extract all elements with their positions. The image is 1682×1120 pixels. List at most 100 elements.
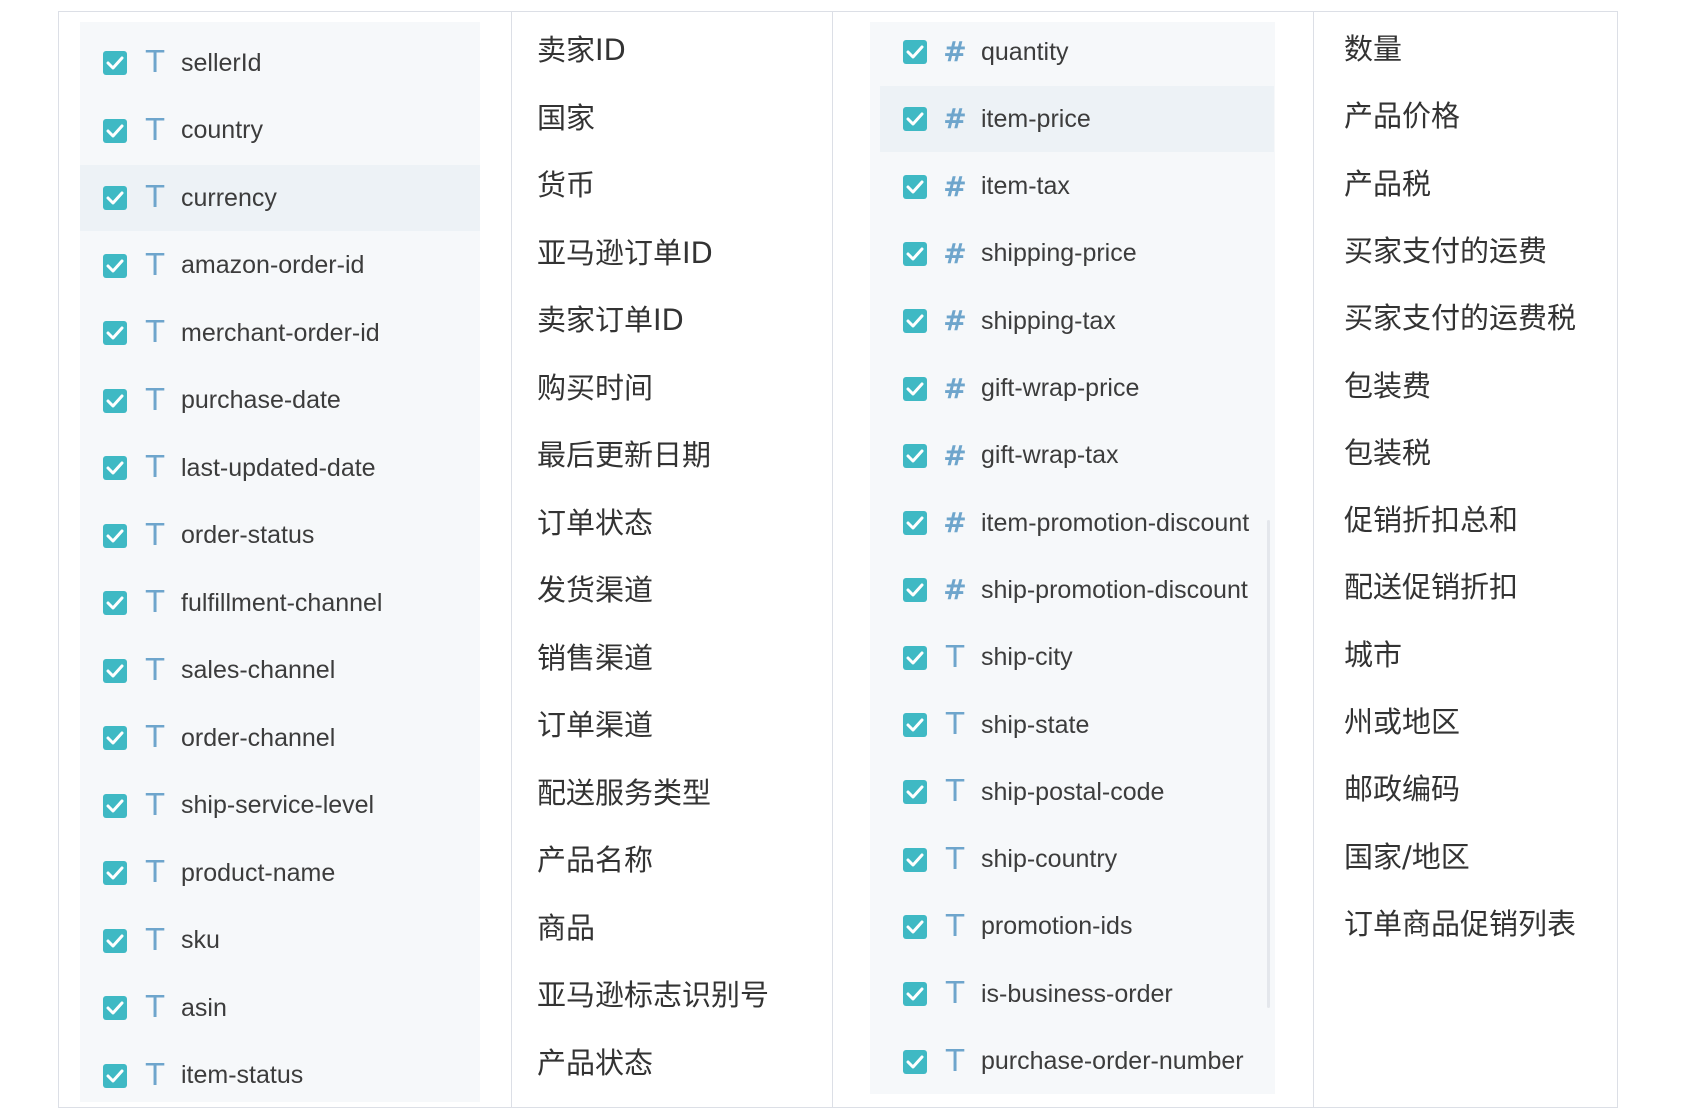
text-type-icon: T <box>145 855 165 890</box>
number-type-icon: # <box>943 169 967 203</box>
field-description: 配送服务类型 <box>537 775 712 810</box>
field-checkbox[interactable] <box>103 793 127 818</box>
field-row[interactable]: Tcurrency <box>80 165 480 231</box>
field-checkbox[interactable] <box>903 443 927 468</box>
field-checkbox[interactable] <box>903 713 927 737</box>
field-row[interactable]: Titem-status <box>80 1043 480 1109</box>
field-checkbox[interactable] <box>903 107 927 132</box>
check-icon <box>906 718 924 732</box>
text-type-icon: T <box>945 976 965 1012</box>
field-row[interactable]: Tcountry <box>80 98 480 164</box>
field-row[interactable]: Tpurchase-order-number <box>880 1029 1274 1095</box>
text-type-icon: T <box>145 450 165 485</box>
check-icon <box>106 191 124 205</box>
field-row[interactable]: # item-tax <box>880 154 1274 220</box>
column-divider <box>1313 11 1314 1108</box>
field-row[interactable]: # gift-wrap-tax <box>880 423 1274 489</box>
field-checkbox[interactable] <box>103 928 127 953</box>
field-checkbox[interactable] <box>103 388 127 413</box>
text-type-icon: T <box>145 720 165 755</box>
field-checkbox[interactable] <box>103 321 127 345</box>
field-checkbox[interactable] <box>103 996 127 1020</box>
field-description: 邮政编码 <box>1344 772 1461 807</box>
field-checkbox[interactable] <box>903 982 927 1007</box>
field-name: country <box>181 116 263 144</box>
field-checkbox[interactable] <box>903 40 927 64</box>
check-icon <box>106 461 124 475</box>
field-row[interactable]: Tship-state <box>880 692 1274 758</box>
field-checkbox[interactable] <box>903 1049 927 1074</box>
check-icon <box>106 866 124 880</box>
field-row[interactable]: Tship-postal-code <box>880 759 1274 825</box>
field-description: 产品状态 <box>537 1045 654 1080</box>
field-checkbox[interactable] <box>103 186 127 210</box>
field-description: 产品价格 <box>1344 99 1461 134</box>
number-type-icon: # <box>943 236 967 270</box>
field-checkbox[interactable] <box>103 253 127 278</box>
field-row[interactable]: Tasin <box>80 975 480 1041</box>
field-checkbox[interactable] <box>903 578 927 603</box>
field-description: 订单商品促销列表 <box>1344 906 1577 941</box>
field-row[interactable]: Tmerchant-order-id <box>80 300 480 366</box>
field-row[interactable]: Tsales-channel <box>80 638 480 704</box>
field-checkbox[interactable] <box>103 591 127 615</box>
field-name: sku <box>181 926 220 954</box>
field-row[interactable]: Torder-status <box>80 503 480 569</box>
field-row[interactable]: Tproduct-name <box>80 840 480 906</box>
field-description: 最后更新日期 <box>537 438 712 472</box>
field-row[interactable]: TsellerId <box>80 30 480 96</box>
field-description: 包装费 <box>1344 368 1432 403</box>
field-name: currency <box>181 183 277 212</box>
field-description: 卖家订单ID <box>537 303 684 337</box>
text-type-icon: T <box>145 180 165 215</box>
check-icon <box>906 785 924 799</box>
field-row[interactable]: Tis-business-order <box>880 961 1274 1027</box>
field-checkbox[interactable] <box>103 523 127 548</box>
field-row[interactable]: # ship-promotion-discount <box>880 557 1274 623</box>
field-row[interactable]: Tfulfillment-channel <box>80 570 480 636</box>
text-type-icon: T <box>145 315 165 350</box>
check-icon <box>106 799 124 812</box>
field-description: 国家/地区 <box>1344 839 1470 874</box>
field-row[interactable]: Tpromotion-ids <box>880 894 1274 960</box>
field-row[interactable]: # item-price <box>880 86 1274 153</box>
field-name: item-status <box>181 1061 304 1089</box>
field-row[interactable]: Tsku <box>80 908 480 974</box>
field-checkbox[interactable] <box>103 1063 127 1088</box>
field-checkbox[interactable] <box>103 456 127 480</box>
field-name: item-price <box>981 104 1091 133</box>
field-checkbox[interactable] <box>103 726 127 750</box>
field-name: item-promotion-discount <box>981 508 1250 537</box>
field-checkbox[interactable] <box>103 658 127 683</box>
field-row[interactable]: Tpurchase-date <box>80 368 480 434</box>
field-checkbox[interactable] <box>903 780 927 805</box>
field-row[interactable]: # quantity <box>880 19 1274 85</box>
field-row[interactable]: Tlast-updated-date <box>80 435 480 501</box>
field-checkbox[interactable] <box>903 645 927 670</box>
field-checkbox[interactable] <box>903 309 927 334</box>
field-row[interactable]: Tamazon-order-id <box>80 233 480 299</box>
field-checkbox[interactable] <box>903 241 927 266</box>
field-checkbox[interactable] <box>903 376 927 401</box>
field-row[interactable]: Torder-channel <box>80 705 480 771</box>
field-row[interactable]: Tship-city <box>880 625 1274 691</box>
field-checkbox[interactable] <box>103 118 127 143</box>
field-name: amazon-order-id <box>181 251 365 279</box>
field-checkbox[interactable] <box>903 914 927 939</box>
field-row[interactable]: # gift-wrap-price <box>880 356 1274 422</box>
field-name: shipping-price <box>981 239 1137 268</box>
field-row[interactable]: # shipping-tax <box>880 288 1274 354</box>
field-checkbox[interactable] <box>103 51 127 75</box>
field-row[interactable]: # shipping-price <box>880 221 1274 287</box>
field-checkbox[interactable] <box>903 174 927 199</box>
field-name: gift-wrap-price <box>981 374 1140 402</box>
field-row[interactable]: # item-promotion-discount <box>880 490 1274 556</box>
field-row[interactable]: Tship-country <box>880 827 1274 893</box>
text-type-icon: T <box>145 922 165 958</box>
field-checkbox[interactable] <box>903 847 927 872</box>
number-type-icon: # <box>943 573 967 607</box>
field-checkbox[interactable] <box>103 861 127 885</box>
field-row[interactable]: Tship-service-level <box>80 773 480 839</box>
field-checkbox[interactable] <box>903 511 927 536</box>
check-icon <box>906 382 924 395</box>
